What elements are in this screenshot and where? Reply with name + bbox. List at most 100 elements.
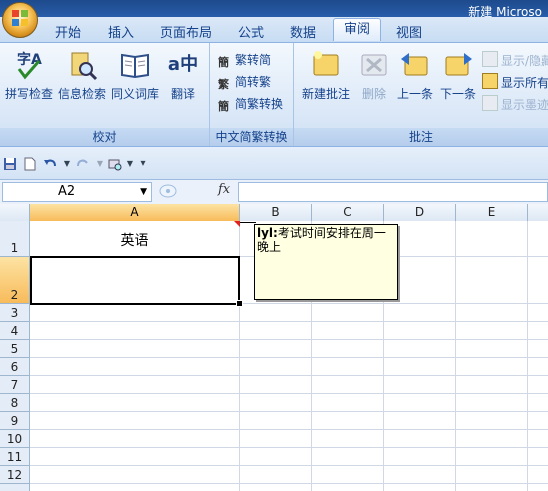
name-box[interactable]: A2 ▼ xyxy=(2,182,152,202)
print-preview-icon[interactable] xyxy=(108,157,122,171)
svg-text:字A: 字A xyxy=(17,51,42,68)
row-header-7[interactable]: 7 xyxy=(0,376,29,394)
tab-formulas[interactable]: 公式 xyxy=(238,22,264,41)
show-all-comments-icon xyxy=(482,73,498,89)
row-header-8[interactable]: 8 xyxy=(0,394,29,412)
row-header-11-label: 11 xyxy=(6,450,23,464)
undo-dropdown-icon[interactable]: ▼ xyxy=(60,157,74,171)
tab-page-layout[interactable]: 页面布局 xyxy=(160,22,212,41)
row-header-4[interactable]: 4 xyxy=(0,322,29,340)
thesaurus-button[interactable]: 同义词库 xyxy=(109,49,161,102)
new-comment-button[interactable]: 新建批注 xyxy=(298,49,354,102)
simp-to-trad-button[interactable]: 繁简转繁 xyxy=(218,73,272,91)
active-cell-a2[interactable] xyxy=(30,256,240,305)
research-label: 信息检索 xyxy=(57,87,106,101)
cell-a1[interactable]: 英语 xyxy=(30,221,239,256)
formula-bar-splitter-icon[interactable] xyxy=(158,183,178,199)
undo-icon[interactable] xyxy=(43,157,57,171)
tab-data[interactable]: 数据 xyxy=(290,22,316,41)
trad-to-simp-button[interactable]: 簡繁转简 xyxy=(218,51,272,69)
row-header-3-label: 3 xyxy=(10,306,19,320)
row-header-5[interactable]: 5 xyxy=(0,340,29,358)
office-logo-icon xyxy=(12,10,28,26)
show-hide-comment-button[interactable]: 显示/隐藏 xyxy=(482,51,548,69)
row-header-9-label: 9 xyxy=(10,414,19,428)
row-header-12-label: 12 xyxy=(6,468,23,482)
simp-trad-convert-button[interactable]: 簡简繁转换 xyxy=(218,95,284,113)
column-header-b[interactable]: B xyxy=(240,204,312,221)
row-header-8-label: 8 xyxy=(10,396,19,410)
column-header-e[interactable]: E xyxy=(456,204,528,221)
row-header-11[interactable]: 11 xyxy=(0,448,29,466)
row-header-12[interactable]: 12 xyxy=(0,466,29,484)
column-header-c[interactable]: C xyxy=(312,204,384,221)
new-file-icon[interactable] xyxy=(23,157,37,171)
column-header-d[interactable]: D xyxy=(384,204,456,221)
show-ink-label: 显示墨迹 xyxy=(501,98,548,112)
comments-group: 新建批注 删除 上一条 下一条 显示/隐藏 显示所有 显示墨迹 批注 xyxy=(294,43,548,146)
delete-comment-button[interactable]: 删除 xyxy=(356,49,392,102)
delete-comment-label: 删除 xyxy=(361,87,386,101)
column-header-a[interactable]: A xyxy=(30,204,240,221)
proofing-group-label: 校对 xyxy=(0,128,209,146)
tab-review[interactable]: 审阅 xyxy=(333,18,382,41)
simp-to-trad-label: 简转繁 xyxy=(235,75,272,89)
name-box-dropdown-icon[interactable]: ▼ xyxy=(140,183,147,201)
next-comment-icon xyxy=(442,49,474,81)
new-comment-label: 新建批注 xyxy=(301,87,350,101)
row-header-4-label: 4 xyxy=(10,324,19,338)
translate-button[interactable]: a中 翻译 xyxy=(163,49,203,102)
research-button[interactable]: 信息检索 xyxy=(57,49,107,102)
redo-dropdown-icon[interactable]: ▼ xyxy=(93,157,107,171)
trad-to-simp-label: 繁转简 xyxy=(235,53,272,67)
row-header-10[interactable]: 10 xyxy=(0,430,29,448)
print-dropdown-icon[interactable]: ▼ xyxy=(123,157,137,171)
tab-home[interactable]: 开始 xyxy=(55,22,81,41)
simp-trad-convert-label: 简繁转换 xyxy=(235,97,284,111)
spell-check-icon: 字A xyxy=(13,49,45,81)
thesaurus-label: 同义词库 xyxy=(110,87,159,101)
formula-input[interactable] xyxy=(238,182,548,202)
formula-controls: fx xyxy=(156,182,236,200)
trad-to-simp-icon: 簡 xyxy=(218,56,229,69)
next-comment-button[interactable]: 下一条 xyxy=(437,49,479,102)
tab-view[interactable]: 视图 xyxy=(396,22,422,41)
row-header-2[interactable]: 2 xyxy=(0,257,29,304)
row-headers: 1 2 3 4 5 6 7 8 9 10 11 12 xyxy=(0,221,30,491)
office-button[interactable] xyxy=(2,2,38,38)
show-hide-comment-label: 显示/隐藏 xyxy=(501,54,548,68)
previous-comment-button[interactable]: 上一条 xyxy=(394,49,436,102)
translate-icon: a中 xyxy=(167,54,199,75)
ribbon: 字A 拼写检查 信息检索 同义词库 a中 翻译 校对 簡繁转简 繁简转繁 簡 简… xyxy=(0,43,548,147)
translate-label: 翻译 xyxy=(170,87,195,101)
comment-author: lyl: xyxy=(257,226,278,240)
row-header-1[interactable]: 1 xyxy=(0,221,29,257)
row-header-3[interactable]: 3 xyxy=(0,304,29,322)
show-ink-button[interactable]: 显示墨迹 xyxy=(482,95,548,113)
fill-handle[interactable] xyxy=(236,300,243,307)
redo-icon[interactable] xyxy=(76,157,90,171)
show-ink-icon xyxy=(482,95,498,111)
row-header-1-label: 1 xyxy=(10,241,19,255)
proofing-group: 字A 拼写检查 信息检索 同义词库 a中 翻译 校对 xyxy=(0,43,210,146)
previous-comment-icon xyxy=(399,49,431,81)
delete-comment-icon xyxy=(358,49,390,81)
row-header-2-label: 2 xyxy=(10,288,19,302)
spell-check-button[interactable]: 字A 拼写检查 xyxy=(4,49,54,102)
research-icon xyxy=(66,49,98,81)
ribbon-tab-row: 开始 插入 页面布局 公式 数据 审阅 视图 xyxy=(0,17,548,43)
show-all-comments-button[interactable]: 显示所有 xyxy=(482,73,548,91)
tab-insert[interactable]: 插入 xyxy=(108,22,134,41)
insert-function-icon[interactable]: fx xyxy=(218,182,230,197)
simp-trad-convert-icon: 簡 xyxy=(218,100,229,113)
next-comment-label: 下一条 xyxy=(439,87,476,101)
row-header-9[interactable]: 9 xyxy=(0,412,29,430)
comment-box[interactable]: lyl:考试时间安排在周一晚上 xyxy=(254,224,398,300)
customize-toolbar-icon[interactable]: ▾ xyxy=(136,157,150,171)
save-icon[interactable] xyxy=(3,157,17,171)
chinese-conversion-group-label: 中文简繁转换 xyxy=(210,128,293,146)
row-header-6[interactable]: 6 xyxy=(0,358,29,376)
spell-check-label: 拼写检查 xyxy=(4,87,53,101)
show-all-comments-label: 显示所有 xyxy=(501,76,548,90)
select-all-corner[interactable] xyxy=(0,204,30,222)
